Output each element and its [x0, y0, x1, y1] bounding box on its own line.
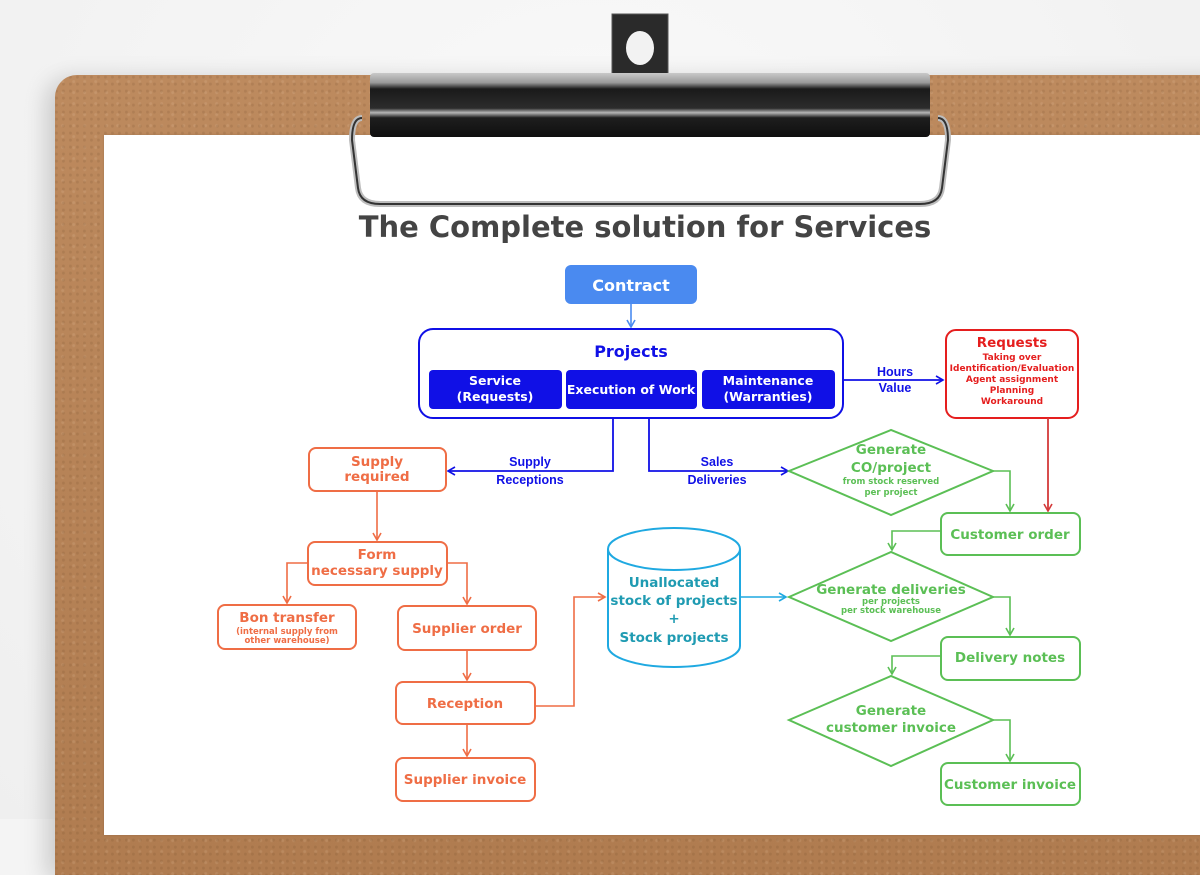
- generate-co-decision[interactable]: Generate CO/project from stock reserved …: [786, 428, 996, 517]
- requests-item: Taking over: [983, 353, 1042, 363]
- generate-deliveries-sub2: per stock warehouse: [841, 606, 941, 616]
- deliveries-to-delivery-notes-arrow: [993, 596, 1015, 637]
- form-supply-line2: necessary supply: [311, 563, 443, 579]
- contract-node[interactable]: Contract: [565, 265, 697, 304]
- reception-to-stock-arrow: [535, 592, 607, 707]
- invoice-to-customer-invoice-arrow: [993, 719, 1015, 763]
- project-item-execution[interactable]: Execution of Work: [566, 370, 697, 409]
- requests-item: Identification/Evaluation: [950, 364, 1075, 374]
- requests-item: Workaround: [981, 397, 1043, 407]
- supply-required-line2: required: [344, 469, 409, 485]
- hours-label: Hours: [877, 365, 913, 379]
- project-item-maintenance[interactable]: Maintenance (Warranties): [702, 370, 835, 409]
- form-supply-line1: Form: [358, 547, 397, 563]
- customer-invoice-node[interactable]: Customer invoice: [940, 762, 1081, 806]
- projects-label: Projects: [594, 342, 668, 361]
- stock-cylinder-node[interactable]: Unallocated stock of projects + Stock pr…: [607, 527, 741, 668]
- projects-node[interactable]: Projects Service (Requests) Execution of…: [418, 328, 844, 419]
- receptions-label: Receptions: [496, 473, 563, 487]
- customer-invoice-label: Customer invoice: [944, 777, 1076, 793]
- generate-co-line1: Generate: [856, 442, 926, 458]
- clipboard-clip: [348, 13, 952, 207]
- bon-transfer-node[interactable]: Bon transfer (internal supply from other…: [217, 604, 357, 650]
- delivery-notes-node[interactable]: Delivery notes: [940, 636, 1081, 681]
- supplier-order-node[interactable]: Supplier order: [397, 605, 537, 651]
- bon-transfer-sub2: other warehouse): [244, 636, 329, 646]
- supply-label: Supply: [509, 455, 551, 469]
- reception-label: Reception: [427, 696, 503, 712]
- generate-invoice-line2: customer invoice: [826, 720, 956, 736]
- generate-co-line2: CO/project: [851, 460, 932, 476]
- supply-required-node[interactable]: Supply required: [308, 447, 447, 492]
- requests-node[interactable]: Requests Taking over Identification/Eval…: [945, 329, 1079, 419]
- delivery-notes-to-invoice-arrow: [887, 655, 941, 676]
- generate-co-sub2: per project: [865, 488, 918, 498]
- requests-label: Requests: [977, 335, 1048, 351]
- value-label: Value: [879, 381, 912, 395]
- bon-transfer-label: Bon transfer: [239, 610, 335, 626]
- delivery-notes-label: Delivery notes: [955, 650, 1065, 666]
- stock-line2: stock of projects: [610, 593, 737, 609]
- project-item-maintenance-line1: Maintenance: [723, 373, 814, 388]
- supplier-invoice-label: Supplier invoice: [404, 772, 527, 788]
- form-necessary-supply-node[interactable]: Form necessary supply: [307, 541, 448, 586]
- stock-line4: Stock projects: [619, 630, 728, 646]
- stock-line1: Unallocated: [629, 575, 720, 591]
- generate-deliveries-decision[interactable]: Generate deliveries per projects per sto…: [786, 550, 996, 643]
- project-item-service[interactable]: Service (Requests): [429, 370, 562, 409]
- reception-node[interactable]: Reception: [395, 681, 536, 725]
- project-item-execution-label: Execution of Work: [567, 382, 696, 397]
- form-to-supplier-order-arrow: [447, 562, 472, 606]
- requests-item: Planning: [990, 386, 1035, 396]
- project-item-service-line1: Service: [469, 373, 521, 388]
- contract-label: Contract: [592, 276, 670, 295]
- supplier-order-label: Supplier order: [412, 621, 522, 637]
- generate-co-to-customer-order-arrow: [993, 470, 1015, 513]
- supplier-invoice-node[interactable]: Supplier invoice: [395, 757, 536, 802]
- sales-label: Sales: [701, 455, 734, 469]
- generate-invoice-decision[interactable]: Generate customer invoice: [786, 674, 996, 768]
- supply-required-line1: Supply: [351, 454, 403, 470]
- customer-order-node[interactable]: Customer order: [940, 512, 1081, 556]
- project-item-service-line2: (Requests): [457, 389, 534, 404]
- flow-diagram: The Complete solution for Services Contr…: [217, 13, 1081, 806]
- deliveries-label: Deliveries: [687, 473, 746, 487]
- form-to-bon-transfer-arrow: [282, 562, 308, 605]
- stock-line3: +: [668, 611, 679, 627]
- generate-invoice-line1: Generate: [856, 703, 926, 719]
- generate-deliveries-label: Generate deliveries: [816, 582, 966, 598]
- requests-item: Agent assignment: [966, 375, 1059, 385]
- customer-order-to-deliveries-arrow: [887, 530, 941, 552]
- customer-order-label: Customer order: [950, 527, 1070, 543]
- page-title: The Complete solution for Services: [359, 210, 932, 244]
- project-item-maintenance-line2: (Warranties): [723, 389, 812, 404]
- generate-co-sub1: from stock reserved: [843, 477, 940, 487]
